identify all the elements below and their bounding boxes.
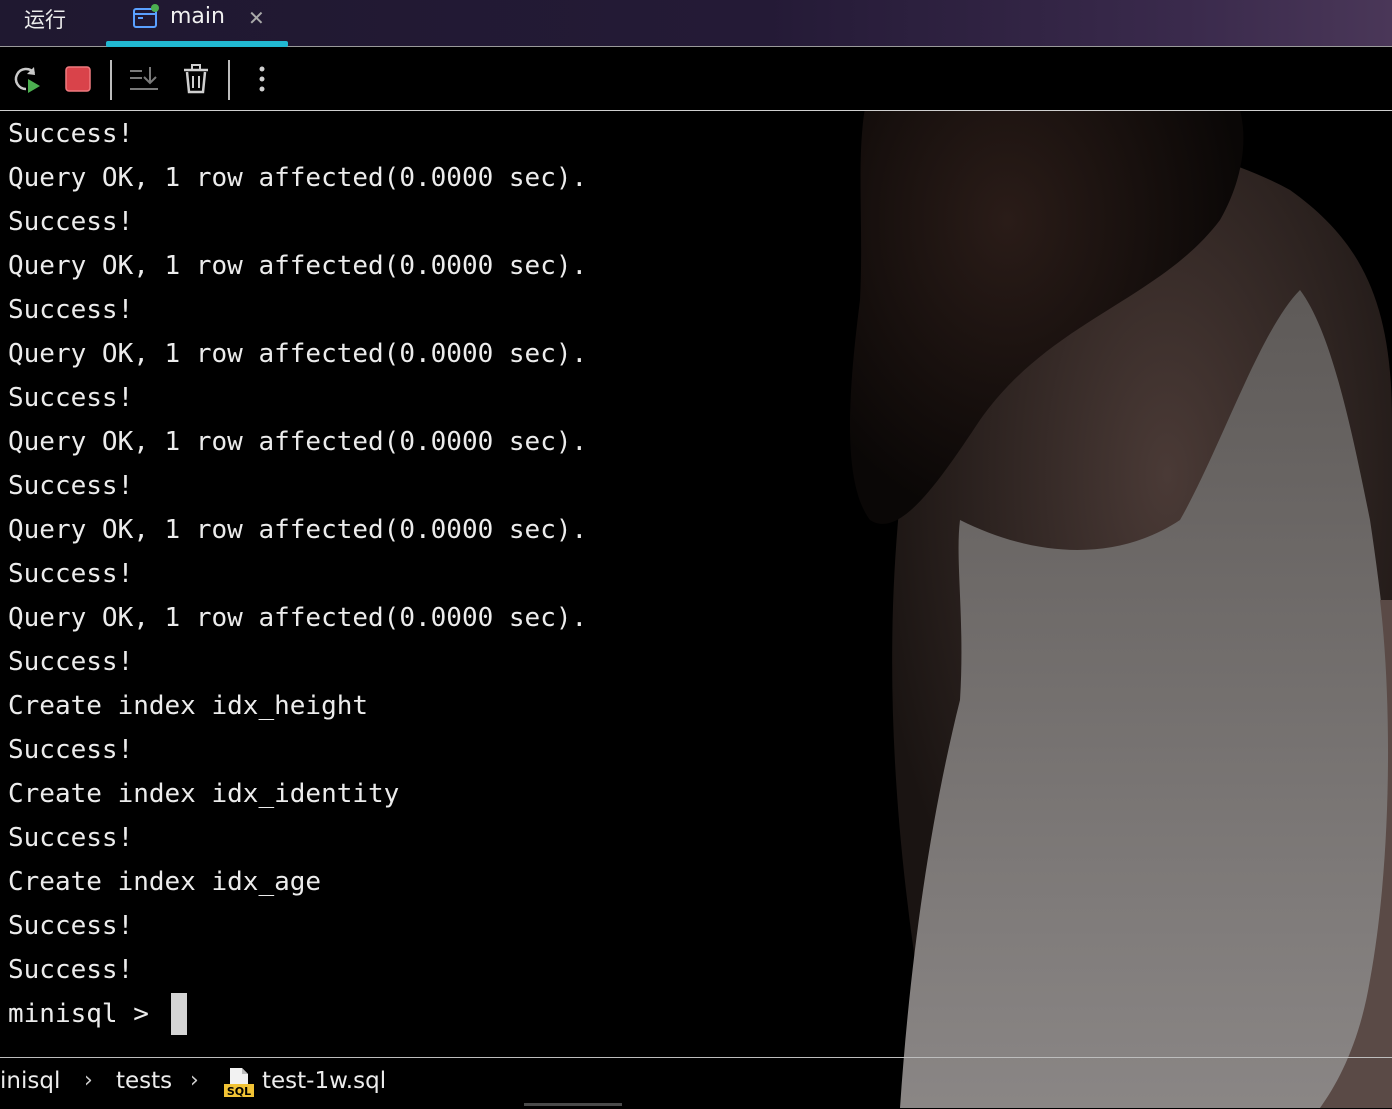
console-line: Query OK, 1 row affected(0.0000 sec).: [8, 163, 588, 193]
console-line: Create index idx_height: [8, 691, 369, 721]
tab-run[interactable]: 运行: [24, 4, 66, 34]
more-options-button[interactable]: [246, 63, 278, 95]
console-line: Success!: [8, 207, 134, 237]
svg-text:SQL: SQL: [227, 1085, 251, 1098]
console-line: Success!: [8, 955, 134, 985]
console-line: Query OK, 1 row affected(0.0000 sec).: [8, 603, 588, 633]
console-output[interactable]: Success! Query OK, 1 row affected(0.0000…: [8, 112, 1388, 1052]
chevron-right-icon: ›: [84, 1068, 93, 1093]
console-line: Success!: [8, 383, 134, 413]
trash-icon: [184, 64, 208, 94]
tab-bar: 运行 main ✕: [0, 0, 1392, 47]
clear-button[interactable]: [180, 63, 212, 95]
more-options-icon: [259, 66, 265, 92]
console-line: Query OK, 1 row affected(0.0000 sec).: [8, 515, 588, 545]
console-line: Query OK, 1 row affected(0.0000 sec).: [8, 427, 588, 457]
horizontal-scrollbar[interactable]: [524, 1103, 622, 1106]
console-line: Success!: [8, 647, 134, 677]
console-line: Success!: [8, 735, 134, 765]
console-line: Create index idx_age: [8, 867, 322, 897]
sql-file-icon: SQL: [224, 1068, 254, 1098]
chevron-right-icon: ›: [190, 1068, 199, 1093]
rerun-button[interactable]: [10, 63, 42, 95]
toolbar-separator: [110, 60, 112, 100]
console-line: Success!: [8, 911, 134, 941]
console-line: Success!: [8, 559, 134, 589]
tab-main[interactable]: main ✕: [106, 0, 288, 47]
rerun-icon: [14, 67, 40, 93]
toolbar-separator: [228, 60, 230, 100]
breadcrumb-item-file[interactable]: test-1w.sql: [262, 1068, 386, 1094]
console-line: Create index idx_identity: [8, 779, 400, 809]
console-line: Query OK, 1 row affected(0.0000 sec).: [8, 339, 588, 369]
breadcrumb-item[interactable]: inisql: [0, 1068, 60, 1094]
breadcrumb-item[interactable]: tests: [116, 1068, 172, 1094]
stop-button[interactable]: [62, 63, 94, 95]
close-icon[interactable]: ✕: [248, 6, 265, 30]
scroll-to-end-button[interactable]: [128, 63, 160, 95]
breadcrumb: inisql › tests › SQL test-1w.sql: [0, 1057, 1392, 1109]
app-window-icon: [133, 4, 159, 28]
stop-icon: [65, 66, 91, 92]
console-line: Success!: [8, 295, 134, 325]
prompt-line[interactable]: minisql >: [8, 992, 1388, 1036]
console-line: Query OK, 1 row affected(0.0000 sec).: [8, 251, 588, 281]
tab-main-label: main: [170, 4, 225, 29]
prompt-text: minisql >: [8, 999, 165, 1029]
console-toolbar: [0, 47, 1392, 111]
console-line: Success!: [8, 471, 134, 501]
scroll-to-end-icon: [130, 67, 158, 90]
text-cursor: [170, 993, 187, 1035]
console-line: Success!: [8, 823, 134, 853]
console-line: Success!: [8, 119, 134, 149]
